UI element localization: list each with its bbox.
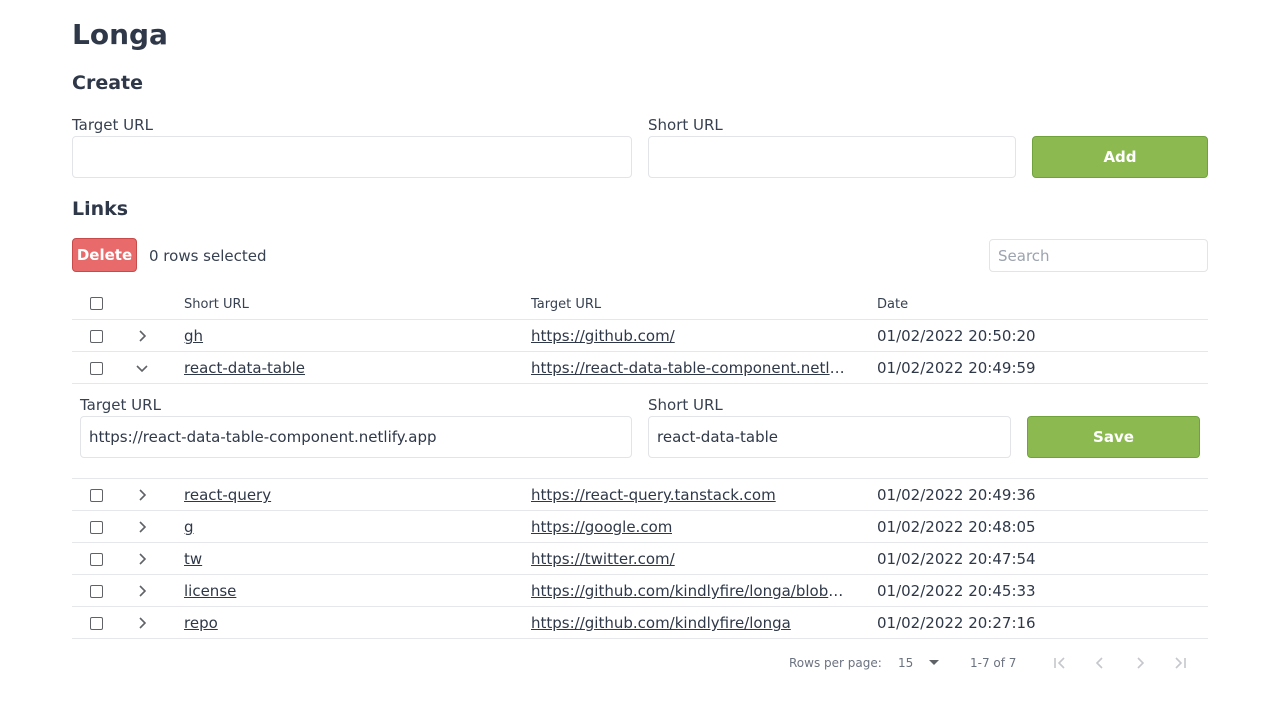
table-header: Short URL Target URL Date (72, 288, 1208, 320)
create-short-input[interactable] (648, 136, 1016, 178)
table-row: react-data-table https://react-data-tabl… (72, 352, 1208, 384)
chevron-right-icon[interactable] (134, 328, 150, 344)
rows-per-page-select[interactable]: 15 (894, 650, 942, 676)
pagination-bar: Rows per page: 15 1-7 of 7 (72, 650, 1208, 676)
edit-short-label: Short URL (648, 396, 723, 414)
target-url-link[interactable]: https://github.com/ (531, 327, 675, 345)
chevron-down-icon[interactable] (134, 360, 150, 376)
create-short-label: Short URL (648, 116, 723, 134)
target-url-link[interactable]: https://twitter.com/ (531, 550, 675, 568)
short-url-link[interactable]: license (184, 582, 236, 600)
date-cell: 01/02/2022 20:50:20 (877, 327, 1036, 345)
chevron-right-icon[interactable] (134, 551, 150, 567)
short-url-link[interactable]: tw (184, 550, 202, 568)
row-checkbox[interactable] (90, 489, 103, 502)
create-heading: Create (72, 72, 143, 94)
links-table: Short URL Target URL Date gh https://git… (72, 288, 1208, 639)
row-checkbox[interactable] (90, 617, 103, 630)
short-url-link[interactable]: gh (184, 327, 203, 345)
short-url-link[interactable]: g (184, 518, 194, 536)
target-url-link[interactable]: https://react-query.tanstack.com (531, 486, 776, 504)
target-url-link[interactable]: https://github.com/kindlyfire/longa/blob… (531, 582, 846, 600)
row-checkbox[interactable] (90, 362, 103, 375)
date-cell: 01/02/2022 20:47:54 (877, 550, 1036, 568)
links-heading: Links (72, 198, 129, 220)
date-cell: 01/02/2022 20:27:16 (877, 614, 1036, 632)
edit-target-label: Target URL (80, 396, 161, 414)
row-checkbox[interactable] (90, 330, 103, 343)
create-target-input[interactable] (72, 136, 632, 178)
page-range-text: 1-7 of 7 (970, 656, 1017, 670)
date-cell: 01/02/2022 20:49:59 (877, 359, 1036, 377)
chevron-right-icon[interactable] (134, 487, 150, 503)
table-row: react-query https://react-query.tanstack… (72, 479, 1208, 511)
table-row: repo https://github.com/kindlyfire/longa… (72, 607, 1208, 639)
save-button[interactable]: Save (1027, 416, 1200, 458)
table-row: license https://github.com/kindlyfire/lo… (72, 575, 1208, 607)
target-url-link[interactable]: https://github.com/kindlyfire/longa (531, 614, 791, 632)
row-checkbox[interactable] (90, 553, 103, 566)
edit-target-input[interactable] (80, 416, 632, 458)
column-header-target-url[interactable]: Target URL (531, 297, 601, 312)
search-input[interactable] (989, 239, 1208, 272)
target-url-link[interactable]: https://react-data-table-component.netli… (531, 359, 846, 377)
last-page-icon[interactable] (1170, 653, 1190, 673)
table-row: tw https://twitter.com/ 01/02/2022 20:47… (72, 543, 1208, 575)
chevron-right-icon[interactable] (134, 583, 150, 599)
column-header-date[interactable]: Date (877, 297, 908, 312)
add-button[interactable]: Add (1032, 136, 1208, 178)
date-cell: 01/02/2022 20:49:36 (877, 486, 1036, 504)
table-row: gh https://github.com/ 01/02/2022 20:50:… (72, 320, 1208, 352)
short-url-link[interactable]: repo (184, 614, 218, 632)
expanded-edit-panel: Target URL Short URL Save (72, 384, 1208, 479)
rows-selected-text: 0 rows selected (149, 247, 267, 265)
date-cell: 01/02/2022 20:45:33 (877, 582, 1036, 600)
column-header-short-url[interactable]: Short URL (184, 297, 249, 312)
table-row: g https://google.com 01/02/2022 20:48:05 (72, 511, 1208, 543)
row-checkbox[interactable] (90, 521, 103, 534)
date-cell: 01/02/2022 20:48:05 (877, 518, 1036, 536)
select-all-checkbox[interactable] (90, 297, 103, 310)
short-url-link[interactable]: react-query (184, 486, 271, 504)
delete-button[interactable]: Delete (72, 238, 137, 272)
rows-per-page-label: Rows per page: (789, 656, 882, 670)
prev-page-icon[interactable] (1090, 653, 1110, 673)
rows-per-page-value: 15 (898, 656, 914, 670)
edit-short-input[interactable] (648, 416, 1011, 458)
create-target-label: Target URL (72, 116, 153, 134)
first-page-icon[interactable] (1050, 653, 1070, 673)
app-title: Longa (72, 18, 168, 51)
chevron-right-icon[interactable] (134, 615, 150, 631)
chevron-right-icon[interactable] (134, 519, 150, 535)
dropdown-caret-icon (929, 660, 939, 665)
row-checkbox[interactable] (90, 585, 103, 598)
next-page-icon[interactable] (1130, 653, 1150, 673)
short-url-link[interactable]: react-data-table (184, 359, 305, 377)
target-url-link[interactable]: https://google.com (531, 518, 672, 536)
